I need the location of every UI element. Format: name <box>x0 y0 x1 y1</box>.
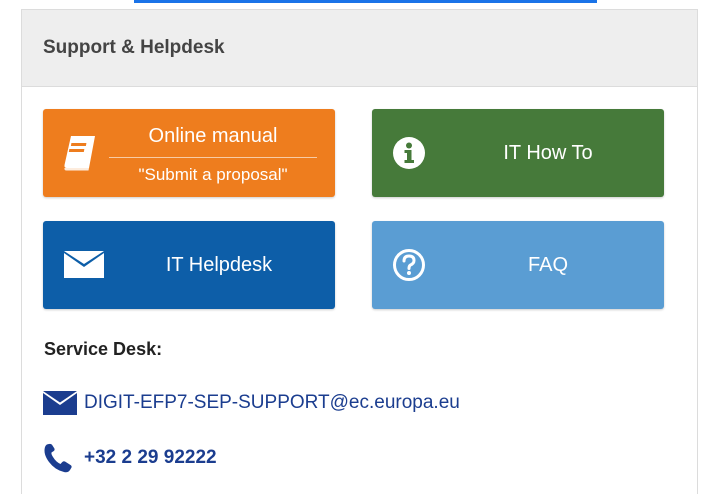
service-desk-title: Service Desk: <box>44 339 163 359</box>
online-manual-subtitle: "Submit a proposal" <box>138 165 288 184</box>
it-how-to-button[interactable]: IT How To <box>372 109 664 197</box>
online-manual-divider <box>109 157 317 158</box>
support-panel: Support & Helpdesk Online manual "Submit… <box>21 9 698 494</box>
panel-header: Support & Helpdesk <box>22 10 697 87</box>
it-helpdesk-button[interactable]: IT Helpdesk <box>43 221 335 309</box>
online-manual-button[interactable]: Online manual "Submit a proposal" <box>43 109 335 197</box>
it-helpdesk-label: IT Helpdesk <box>165 253 273 276</box>
info-icon <box>392 136 426 170</box>
envelope-icon <box>42 390 82 416</box>
phone-icon <box>42 442 82 474</box>
phone-contact-row: +32 2 29 92222 <box>42 442 217 474</box>
faq-button[interactable]: FAQ <box>372 221 664 309</box>
envelope-icon <box>63 250 105 280</box>
email-contact-row: DIGIT-EFP7-SEP-SUPPORT@ec.europa.eu <box>42 390 460 416</box>
top-accent-line <box>134 0 597 3</box>
service-desk-email-link[interactable]: DIGIT-EFP7-SEP-SUPPORT@ec.europa.eu <box>84 392 460 414</box>
it-how-to-label: IT How To <box>503 141 593 164</box>
online-manual-title: Online manual <box>148 125 278 147</box>
online-manual-text: Online manual "Submit a proposal" <box>109 123 317 186</box>
panel-title: Support & Helpdesk <box>43 37 225 58</box>
question-icon <box>392 248 426 282</box>
service-desk-phone[interactable]: +32 2 29 92222 <box>84 447 217 469</box>
book-icon <box>63 134 97 172</box>
faq-label: FAQ <box>527 253 568 276</box>
